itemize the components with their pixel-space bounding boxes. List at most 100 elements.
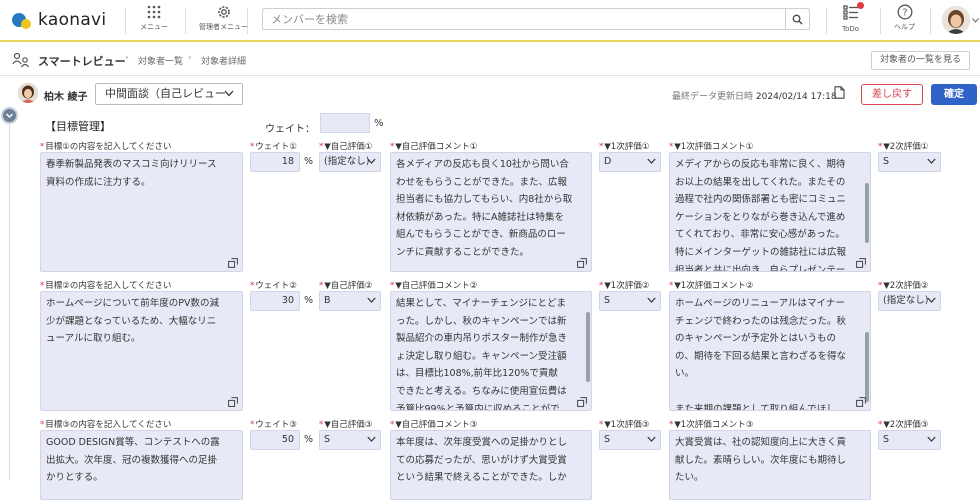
goal-1-first-eval-label: *▼1次評価① bbox=[599, 140, 649, 152]
help-icon: ? bbox=[897, 4, 912, 20]
goal-3-second-eval-label-text: ▼2次評価③ bbox=[883, 420, 929, 430]
goal-3-first-comment-label-text: ▼1次評価コメント③ bbox=[674, 420, 754, 430]
goal-2-first-comment-field[interactable]: ホームページのリニューアルはマイナー チェンジで終わったのは残念だった。秋 のキ… bbox=[669, 291, 871, 411]
member-search-input[interactable] bbox=[263, 9, 783, 29]
goal-3-weight-label: *ウェイト③ bbox=[250, 418, 297, 430]
collapse-toggle[interactable] bbox=[1, 107, 18, 124]
scrollbar-thumb[interactable] bbox=[865, 183, 869, 243]
section-title: 【目標管理】 bbox=[45, 120, 111, 133]
goal-3-self-comment-field[interactable]: 本年度は、次年度受賞への足掛かりとし ての応募だったが、思いがけず大賞受賞 とい… bbox=[390, 430, 592, 500]
expand-icon[interactable] bbox=[856, 397, 866, 407]
goal-1-content-label-text: 目標①の内容を記入してください bbox=[45, 142, 172, 152]
goal-3-second-eval-select-value: S bbox=[883, 434, 890, 445]
logo-icon bbox=[12, 10, 34, 30]
required-mark: * bbox=[390, 281, 395, 291]
goal-3-first-eval-label-text: ▼1次評価③ bbox=[604, 420, 650, 430]
menu-button[interactable]: メニュー bbox=[140, 4, 168, 38]
goal-1-first-comment-field[interactable]: メディアからの反応も非常に良く、期待 お以上の結果を出してくれた。またその 過程… bbox=[669, 152, 871, 272]
goal-2-content-field[interactable]: ホームページについて前年度のPV数の減 少が課題となっているため、大幅なリニ ュ… bbox=[40, 291, 243, 411]
todo-list-icon bbox=[842, 5, 858, 20]
goal-1-self-eval-select[interactable]: (指定なし) bbox=[319, 152, 381, 172]
chevron-down-icon bbox=[367, 297, 376, 303]
kaonavi-logo[interactable]: kaonavi bbox=[12, 9, 106, 31]
help-label: ヘルプ bbox=[894, 23, 915, 31]
goal-2-self-eval-select[interactable]: B bbox=[319, 291, 381, 311]
view-target-list-button[interactable]: 対象者の一覧を見る bbox=[870, 51, 970, 70]
goal-2-second-eval-select-value: (指定なし) bbox=[883, 295, 929, 306]
chevron-down-icon bbox=[647, 158, 656, 164]
goal-2-second-eval-label-text: ▼2次評価② bbox=[883, 281, 929, 291]
expand-icon[interactable] bbox=[856, 258, 866, 268]
goal-3-content-field-text: GOOD DESIGN賞等、コンテストへの露 出拡大。次年度、冠の複数獲得への足… bbox=[46, 437, 220, 484]
goal-2-weight-input[interactable]: 30 bbox=[250, 291, 300, 311]
user-avatar[interactable] bbox=[942, 6, 970, 34]
breadcrumb-target-list[interactable]: 対象者一覧 bbox=[138, 54, 183, 67]
expand-icon[interactable] bbox=[228, 397, 238, 407]
goal-1-self-comment-field[interactable]: 各メディアの反応も良く10社から問い合 わせをもらうことができた。また、広報 担… bbox=[390, 152, 592, 272]
chevron-down-icon bbox=[367, 158, 376, 164]
goal-1-first-comment-field-text: メディアからの反応も非常に良く、期待 お以上の結果を出してくれた。またその 過程… bbox=[675, 159, 847, 272]
notification-dot bbox=[856, 2, 864, 9]
chevron-down-icon bbox=[927, 158, 936, 164]
goal-2-self-comment-field[interactable]: 結果として、マイナーチェンジにとどま った。しかし、秋のキャンペーンでは新 製品… bbox=[390, 291, 592, 411]
goal-3-self-eval-label: *▼自己評価③ bbox=[319, 418, 372, 430]
goal-2-self-comment-label: *▼自己評価コメント② bbox=[390, 279, 477, 291]
goal-1-self-eval-label: *▼自己評価① bbox=[319, 140, 372, 152]
goal-1-weight-input[interactable]: 18 bbox=[250, 152, 300, 172]
document-icon[interactable] bbox=[834, 86, 845, 99]
total-weight-input[interactable] bbox=[320, 113, 370, 133]
goal-3-first-comment-field[interactable]: 大賞受賞は、社の認知度向上に大きく貢 献した。素晴らしい。次年度にも期待し たい… bbox=[669, 430, 871, 500]
goal-1-content-field[interactable]: 春季新製品発表のマスコミ向けリリース 資料の作成に注力する。 bbox=[40, 152, 243, 272]
review-type-value: 中間面談（自己レビュー bbox=[105, 87, 226, 100]
expand-icon[interactable] bbox=[228, 258, 238, 268]
goal-3-content-field[interactable]: GOOD DESIGN賞等、コンテストへの露 出拡大。次年度、冠の複数獲得への足… bbox=[40, 430, 243, 500]
goal-2-content-label: *目標②の内容を記入してください bbox=[40, 279, 171, 291]
total-weight-label: ウェイト： bbox=[265, 124, 315, 135]
person-avatar bbox=[18, 83, 38, 103]
goal-3-second-eval-select[interactable]: S bbox=[878, 430, 941, 450]
goal-1-second-eval-select[interactable]: S bbox=[878, 152, 941, 172]
expand-icon[interactable] bbox=[577, 258, 587, 268]
search-icon bbox=[792, 14, 803, 25]
goal-2-content-label-text: 目標②の内容を記入してください bbox=[45, 281, 172, 291]
todo-button[interactable]: ToDo bbox=[842, 2, 864, 38]
goal-1-self-comment-label-text: ▼自己評価コメント① bbox=[395, 142, 478, 152]
review-type-select[interactable]: 中間面談（自己レビュー bbox=[95, 83, 243, 105]
goal-2-weight-label-text: ウェイト② bbox=[255, 281, 297, 291]
required-mark: * bbox=[250, 420, 255, 430]
goal-1-first-eval-select[interactable]: D bbox=[599, 152, 661, 172]
svg-text:?: ? bbox=[902, 8, 907, 19]
todo-icon-wrap bbox=[842, 2, 864, 23]
goal-3-first-eval-select[interactable]: S bbox=[599, 430, 661, 450]
expand-icon[interactable] bbox=[577, 397, 587, 407]
divider bbox=[185, 8, 186, 34]
help-button[interactable]: ? ヘルプ bbox=[894, 4, 915, 38]
goal-2-first-comment-label-text: ▼1次評価コメント② bbox=[674, 281, 754, 291]
goal-3-weight-input[interactable]: 50 bbox=[250, 430, 300, 450]
goal-3-self-eval-select[interactable]: S bbox=[319, 430, 381, 450]
goal-1-content-label: *目標①の内容を記入してください bbox=[40, 140, 171, 152]
goal-2-first-eval-select[interactable]: S bbox=[599, 291, 661, 311]
goal-3-content-label: *目標③の内容を記入してください bbox=[40, 418, 171, 430]
goal-2-self-eval-label: *▼自己評価② bbox=[319, 279, 372, 291]
last-updated-value: 2024/02/14 17:18 bbox=[755, 92, 837, 102]
required-mark: * bbox=[669, 420, 674, 430]
scrollbar-thumb[interactable] bbox=[865, 332, 869, 402]
chevron-down-icon[interactable] bbox=[972, 18, 979, 23]
scrollbar-thumb[interactable] bbox=[586, 312, 590, 382]
search-button[interactable] bbox=[785, 9, 809, 29]
goal-2-second-eval-select[interactable]: (指定なし) bbox=[878, 291, 941, 311]
percent-sign: % bbox=[374, 118, 384, 129]
goal-2-first-eval-label: *▼1次評価② bbox=[599, 279, 649, 291]
admin-menu-button[interactable]: 管理者メニュー bbox=[199, 4, 248, 38]
breadcrumb: スマートレビュー › 対象者一覧 › 対象者詳細 対象者の一覧を見る bbox=[0, 44, 980, 76]
divider bbox=[125, 8, 126, 34]
confirm-button[interactable]: 確定 bbox=[931, 84, 977, 105]
required-mark: * bbox=[40, 281, 45, 291]
chevron-down-icon bbox=[367, 436, 376, 442]
return-button[interactable]: 差し戻す bbox=[861, 84, 923, 105]
gear-icon bbox=[217, 6, 230, 18]
goal-1-weight-value: 18 bbox=[281, 156, 294, 167]
person-photo-icon bbox=[18, 83, 38, 103]
member-search bbox=[262, 8, 810, 30]
